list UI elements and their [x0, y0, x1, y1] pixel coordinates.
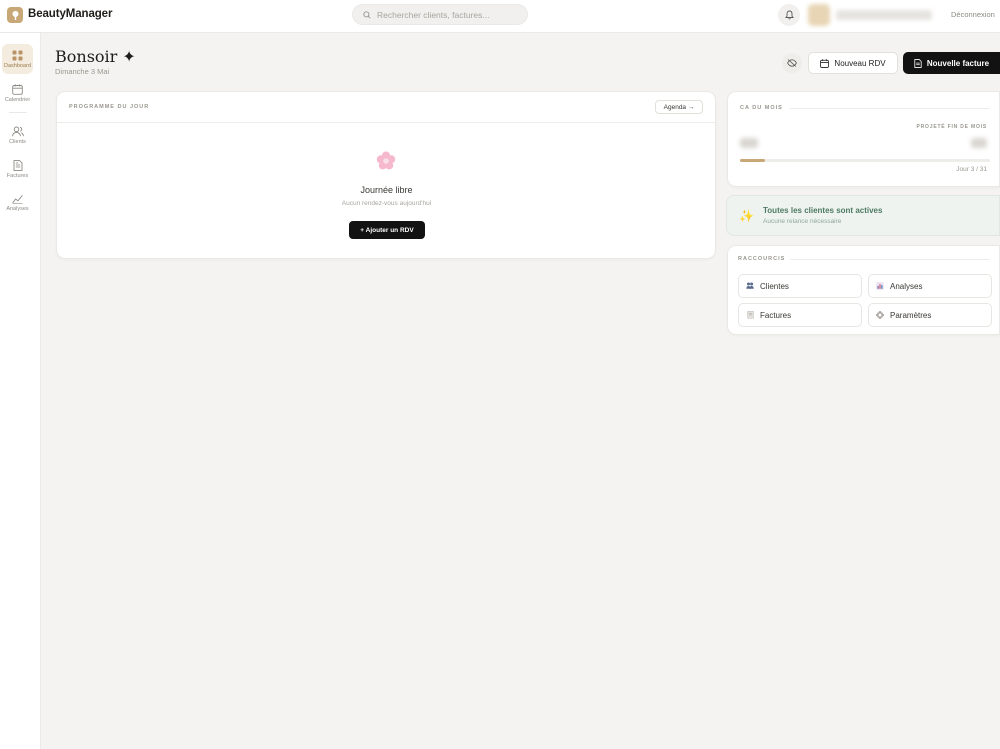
daily-schedule-card: PROGRAMME DU JOUR Agenda → Journée libre… — [56, 91, 716, 259]
app-title: BeautyManager — [28, 8, 113, 20]
top-bar: BeautyManager Déconnexion — [0, 0, 1000, 33]
revenue-value-redacted — [740, 138, 758, 148]
sidebar-item-invoices[interactable]: Factures — [2, 154, 33, 184]
sidebar-item-label: Calendrier — [4, 96, 31, 103]
sidebar-divider — [9, 112, 27, 113]
user-profile[interactable] — [808, 4, 940, 26]
new-appointment-button[interactable]: Nouveau RDV — [808, 52, 898, 74]
divider — [57, 122, 715, 123]
document-icon — [13, 159, 22, 171]
chart-line-icon — [12, 195, 23, 204]
hide-amounts-button[interactable] — [782, 53, 802, 73]
new-invoice-label: Nouvelle facture — [926, 58, 990, 68]
shortcut-settings[interactable]: Paramètres — [868, 303, 992, 327]
empty-state-title: Journée libre — [360, 185, 413, 195]
search-bar[interactable] — [352, 4, 528, 25]
logo-icon — [7, 7, 23, 23]
divider — [790, 259, 990, 260]
shortcut-label: Analyses — [890, 281, 923, 291]
sidebar-item-clients[interactable]: Clients — [2, 120, 33, 150]
sidebar-item-dashboard[interactable]: Dashboard — [2, 44, 33, 74]
search-icon — [363, 10, 371, 19]
document-icon — [914, 58, 922, 68]
sidebar-item-label: Factures — [6, 172, 29, 179]
receipt-icon — [746, 311, 754, 320]
people-icon — [746, 282, 754, 290]
section-title: PROGRAMME DU JOUR — [69, 104, 150, 110]
current-date: Dimanche 3 Mai — [55, 67, 110, 76]
sidebar-item-calendar[interactable]: Calendrier — [2, 78, 33, 108]
sidebar-item-label: Dashboard — [4, 62, 31, 69]
bell-icon — [784, 10, 794, 20]
new-appointment-label: Nouveau RDV — [834, 58, 886, 68]
grid-icon — [12, 50, 23, 60]
banner-subtitle: Aucune relance nécessaire — [763, 218, 842, 225]
sidebar: Dashboard Calendrier Clients Factures An… — [0, 33, 41, 749]
users-icon — [11, 126, 24, 136]
new-invoice-button[interactable]: Nouvelle facture — [903, 52, 1000, 74]
add-appointment-button[interactable]: + Ajouter un RDV — [349, 221, 425, 239]
projection-label: PROJETÉ FIN DE MOIS — [916, 124, 987, 130]
sidebar-item-label: Analyses — [6, 206, 29, 212]
calendar-icon — [12, 83, 23, 95]
agenda-link-button[interactable]: Agenda → — [655, 100, 703, 114]
eye-off-icon — [787, 59, 797, 67]
sparkles-icon: ✨ — [739, 209, 754, 223]
month-progress-bar — [740, 159, 990, 162]
shortcut-label: Paramètres — [890, 310, 932, 320]
shortcut-label: Clientes — [760, 281, 789, 291]
shortcut-analytics[interactable]: Analyses — [868, 274, 992, 298]
shortcut-clients[interactable]: Clientes — [738, 274, 862, 298]
shortcut-invoices[interactable]: Factures — [738, 303, 862, 327]
sidebar-item-analytics[interactable]: Analyses — [2, 188, 33, 218]
logout-link[interactable]: Déconnexion — [951, 10, 995, 19]
sidebar-item-label: Clients — [9, 138, 26, 145]
notifications-button[interactable] — [778, 4, 800, 26]
divider — [790, 108, 990, 109]
search-input[interactable] — [377, 9, 517, 20]
projection-value-redacted — [971, 138, 987, 148]
shortcuts-card: RACCOURCIS Clientes Analyses Factures Pa… — [727, 245, 1000, 335]
bar-chart-icon — [876, 282, 884, 290]
flower-icon — [376, 151, 396, 170]
day-counter: Jour 3 / 31 — [956, 166, 987, 173]
user-name-redacted — [836, 10, 932, 20]
shortcut-label: Factures — [760, 310, 792, 320]
monthly-revenue-card: CA DU MOIS PROJETÉ FIN DE MOIS Jour 3 / … — [727, 91, 1000, 187]
month-progress-fill — [740, 159, 765, 162]
settings-icon — [876, 311, 884, 319]
calendar-icon — [820, 58, 830, 68]
section-title: RACCOURCIS — [738, 256, 786, 262]
page-title: Bonsoir ✦ — [55, 47, 136, 66]
avatar — [808, 4, 830, 26]
section-title: CA DU MOIS — [740, 105, 783, 111]
clients-status-banner: ✨ Toutes les clientes sont actives Aucun… — [726, 195, 1000, 236]
empty-state-subtitle: Aucun rendez-vous aujourd'hui — [341, 200, 432, 207]
banner-title: Toutes les clientes sont actives — [763, 206, 883, 215]
